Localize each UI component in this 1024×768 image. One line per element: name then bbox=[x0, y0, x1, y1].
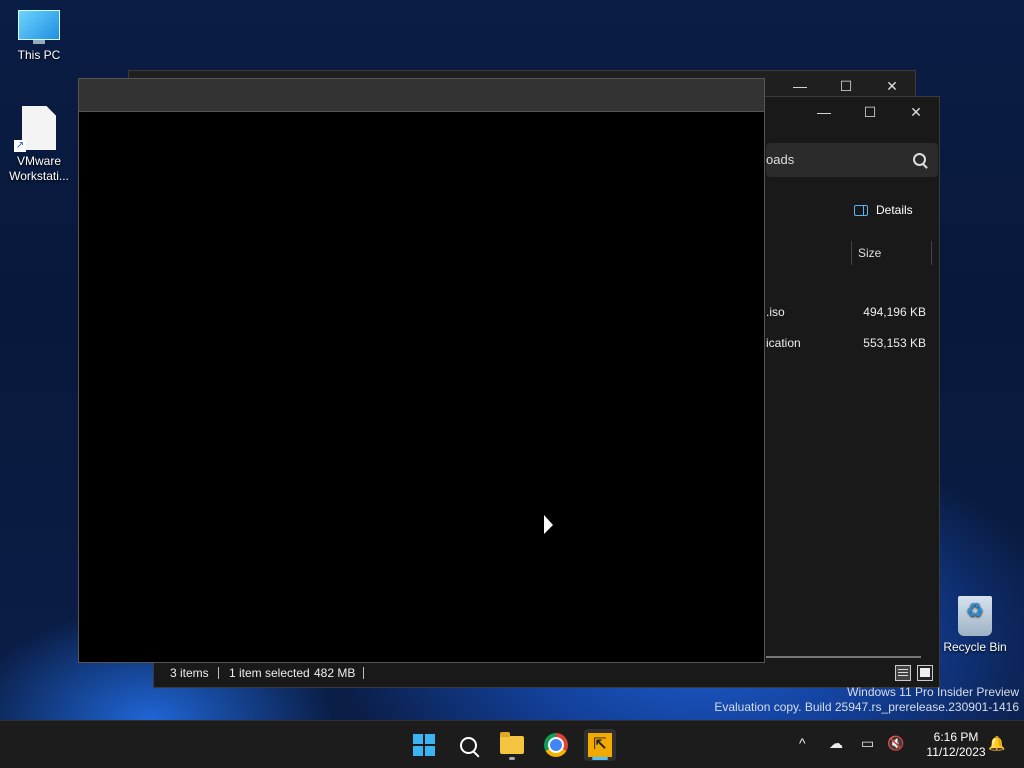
status-divider bbox=[218, 667, 219, 679]
status-bar: 3 items 1 item selected 482 MB bbox=[154, 659, 939, 687]
computer-icon bbox=[18, 10, 60, 44]
column-header-size[interactable]: Size bbox=[858, 241, 881, 265]
details-pane-button[interactable]: Details bbox=[854, 203, 913, 217]
search-button[interactable] bbox=[452, 729, 484, 761]
file-shortcut-icon bbox=[22, 106, 56, 150]
selection-count: 1 item selected bbox=[229, 666, 310, 680]
chrome-icon bbox=[544, 733, 568, 757]
desktop-icon-label: This PC bbox=[17, 48, 61, 62]
search-icon[interactable] bbox=[913, 153, 926, 166]
shortcut-arrow-icon: ↗ bbox=[14, 140, 26, 152]
desktop-icon-this-pc[interactable]: This PC bbox=[2, 10, 76, 63]
network-icon[interactable]: ▭ bbox=[861, 735, 874, 752]
close-button[interactable]: ✕ bbox=[893, 97, 939, 127]
volume-muted-icon[interactable]: 🔇 bbox=[887, 735, 904, 752]
item-count: 3 items bbox=[170, 666, 209, 680]
taskbar: ⇱ ^ ☁ ▭ 🔇 6:16 PM 11/12/2023 🔔 bbox=[0, 720, 1024, 768]
large-icons-view-button[interactable] bbox=[917, 665, 933, 681]
maximize-button[interactable]: ☐ bbox=[847, 97, 893, 127]
vmware-taskbar-button[interactable]: ⇱ bbox=[584, 729, 616, 761]
clock-time: 6:16 PM bbox=[933, 730, 979, 744]
selection-size: 482 MB bbox=[314, 666, 356, 680]
watermark-line: Windows 11 Pro Insider Preview bbox=[847, 685, 1019, 699]
running-indicator bbox=[592, 757, 608, 760]
desktop-icon-recycle-bin[interactable]: Recycle Bin bbox=[938, 596, 1012, 655]
file-row[interactable]: .iso 494,196 KB bbox=[766, 297, 926, 327]
column-divider[interactable] bbox=[851, 241, 852, 265]
file-row[interactable]: ication 553,153 KB bbox=[766, 328, 926, 358]
onedrive-offline-icon[interactable]: ☁ bbox=[829, 735, 843, 752]
file-name: .iso bbox=[766, 305, 785, 319]
details-pane-icon bbox=[854, 204, 868, 216]
search-text: oads bbox=[766, 152, 795, 167]
status-divider bbox=[363, 667, 364, 679]
minimize-button[interactable]: — bbox=[801, 97, 847, 127]
clock-date: 11/12/2023 bbox=[926, 745, 986, 759]
mouse-cursor-icon bbox=[544, 515, 553, 534]
running-indicator bbox=[509, 757, 515, 760]
chrome-taskbar-button[interactable] bbox=[540, 729, 572, 761]
notification-bell-icon[interactable]: 🔔 bbox=[988, 735, 1005, 752]
file-explorer-taskbar-button[interactable] bbox=[496, 729, 528, 761]
desktop-icon-label: VMware Workstati... bbox=[9, 154, 69, 183]
file-size: 553,153 KB bbox=[863, 336, 926, 350]
details-view-button[interactable] bbox=[895, 665, 911, 681]
windows-logo-icon bbox=[413, 734, 435, 756]
recycle-bin-icon bbox=[958, 596, 992, 636]
file-name: ication bbox=[766, 336, 801, 350]
file-size: 494,196 KB bbox=[863, 305, 926, 319]
details-label: Details bbox=[876, 203, 913, 217]
clock[interactable]: 6:16 PM 11/12/2023 bbox=[912, 730, 1000, 760]
start-button[interactable] bbox=[408, 729, 440, 761]
vmware-icon: ⇱ bbox=[588, 733, 612, 757]
evaluation-watermark: Windows 11 Pro Insider Preview Evaluatio… bbox=[714, 685, 1019, 715]
watermark-line: Evaluation copy. Build 25947.rs_prerelea… bbox=[714, 700, 1019, 714]
blank-window[interactable] bbox=[78, 78, 765, 663]
window-title-bar[interactable] bbox=[79, 79, 764, 112]
folder-icon bbox=[500, 732, 524, 754]
search-input[interactable]: oads bbox=[766, 143, 938, 177]
search-icon bbox=[459, 736, 477, 754]
show-hidden-icons-chevron-icon[interactable]: ^ bbox=[799, 735, 806, 751]
column-divider[interactable] bbox=[931, 241, 932, 265]
desktop-icon-label: Recycle Bin bbox=[943, 640, 1007, 654]
horizontal-scrollbar[interactable] bbox=[766, 656, 921, 658]
